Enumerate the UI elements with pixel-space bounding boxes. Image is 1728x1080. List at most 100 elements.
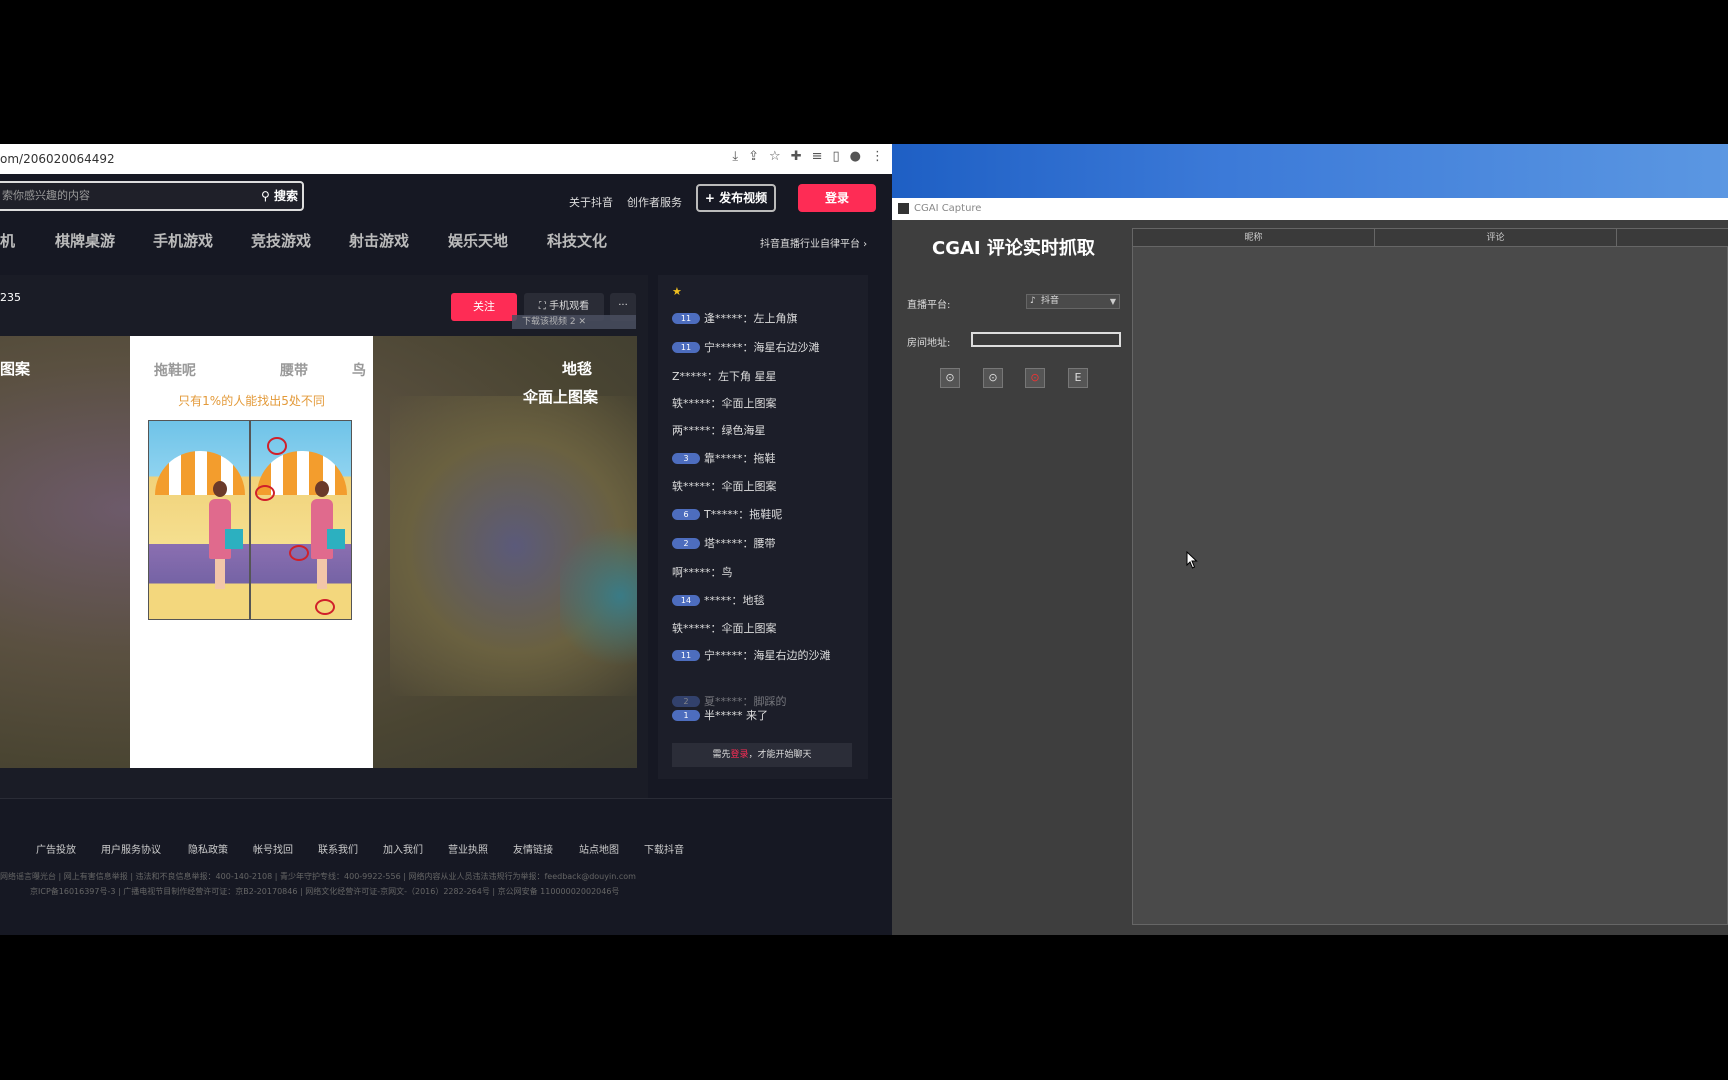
category-bar: 机 棋牌桌游 手机游戏 竞技游戏 射击游戏 娱乐天地 科技文化 抖音直播行业自律… (0, 218, 892, 263)
qr-icon: ⛶ (538, 301, 550, 312)
chat-message: 3 靠*****：拖鞋 (672, 450, 776, 466)
room-label: 房间地址: (907, 338, 951, 349)
chat-message: 两*****：绿色海星 (672, 424, 766, 437)
video-caption: 地毯 (562, 360, 593, 378)
chat-star: ★ (672, 285, 682, 298)
puzzle-card: 拖鞋呢 腰带 鸟 只有1%的人能找出5处不同 (130, 336, 373, 768)
chat-message: 11 宁*****：海星右边沙滩 (672, 339, 820, 355)
chat-login-link[interactable]: 登录 (730, 750, 748, 760)
search-button[interactable]: ⚲ 搜索 (261, 183, 298, 209)
video-caption: 伞面上图案 (523, 388, 599, 406)
footer-license: 京ICP备16016397号-3 | 广播电视节目制作经营许可证：京B2-201… (30, 887, 620, 896)
stop-button[interactable]: ⊙ (1025, 368, 1045, 388)
export-button[interactable]: E (1068, 368, 1088, 388)
app-titlebar[interactable]: CGAI Capture (892, 198, 1728, 220)
chat-panel: ★ 11 逢*****：左上角旗 11 宁*****：海星右边沙滩 Z*****：左… (658, 275, 868, 779)
star-icon[interactable]: ☆ (769, 149, 781, 164)
puzzle-image-right (250, 420, 352, 620)
category-tab[interactable]: 棋牌桌游 (55, 230, 115, 251)
search-box[interactable]: 索你感兴趣的内容 ⚲ 搜索 (0, 181, 304, 211)
difference-circle (255, 485, 275, 501)
column-comment[interactable]: 评论 (1375, 229, 1617, 247)
install-icon[interactable]: ⤓ (732, 149, 738, 164)
chat-message: 轶*****：伞面上图案 (672, 622, 777, 635)
app-logo-icon (898, 203, 909, 214)
category-tab[interactable]: 竞技游戏 (251, 230, 311, 251)
puzzle-subtitle: 只有1%的人能找出5处不同 (178, 394, 325, 408)
platform-label: 直播平台: (907, 300, 951, 311)
address-bar[interactable]: om/206020064492 ⤓ ⇪ ☆ ✚ ≡ ▯ ● ⋮ (0, 144, 892, 174)
room-url-input[interactable] (971, 332, 1121, 347)
footer-link[interactable]: 联系我们 (318, 841, 358, 856)
about-link[interactable]: 关于抖音 (569, 194, 613, 210)
platform-select[interactable]: ♪ 抖音 ▼ (1026, 294, 1120, 309)
footer-link[interactable]: 下载抖音 (644, 841, 684, 856)
pause-button[interactable]: ⊙ (983, 368, 1003, 388)
follow-button[interactable]: 关注 (451, 293, 517, 321)
industry-link[interactable]: 抖音直播行业自律平台 › (760, 235, 867, 250)
chat-message: Z*****：左下角 星星 (672, 370, 777, 383)
url-text[interactable]: om/206020064492 (0, 152, 115, 166)
share-icon[interactable]: ⇪ (748, 149, 759, 164)
difference-circle (267, 437, 287, 455)
chat-message: 11 逢*****：左上角旗 (672, 310, 798, 326)
difference-circle (315, 599, 335, 615)
card-heading: 腰带 (280, 363, 308, 379)
browser-window: om/206020064492 ⤓ ⇪ ☆ ✚ ≡ ▯ ● ⋮ 索你感兴趣的内容… (0, 144, 892, 935)
footer-link[interactable]: 加入我们 (383, 841, 423, 856)
download-video-bar[interactable]: 下载该视频 2 ✕ (512, 315, 636, 329)
footer-link[interactable]: 友情链接 (513, 841, 553, 856)
footer-legal: 网络谣言曝光台 | 网上有害信息举报 | 违法和不良信息举报：400-140-2… (0, 872, 636, 881)
cursor-arrow-icon (1186, 550, 1198, 569)
card-heading: 拖鞋呢 (154, 363, 196, 379)
chat-message: 14 *****：地毯 (672, 592, 765, 608)
category-tab[interactable]: 机 (0, 230, 15, 251)
extensions-icon[interactable]: ✚ (791, 149, 802, 164)
chat-message: 11 宁*****：海星右边的沙滩 (672, 647, 831, 663)
puzzle-image-left (148, 420, 250, 620)
menu-icon[interactable]: ⋮ (871, 149, 884, 164)
category-tab[interactable]: 科技文化 (547, 230, 607, 251)
footer-link[interactable]: 隐私政策 (188, 841, 228, 856)
top-navigation: 索你感兴趣的内容 ⚲ 搜索 关于抖音 创作者服务 + 发布视频 登录 (0, 174, 892, 218)
viewer-count: 235 (0, 291, 21, 304)
creator-link[interactable]: 创作者服务 (627, 194, 682, 210)
chevron-down-icon: ▼ (1109, 297, 1116, 306)
chat-message: 轶*****：伞面上图案 (672, 480, 777, 493)
column-extra[interactable] (1617, 229, 1728, 247)
bag (327, 529, 345, 549)
capture-app-window: CGAI Capture CGAI 评论实时抓取 直播平台: ♪ 抖音 ▼ 房间… (892, 198, 1728, 935)
desktop: CGAI Capture CGAI 评论实时抓取 直播平台: ♪ 抖音 ▼ 房间… (892, 144, 1728, 935)
chat-login-prompt[interactable]: 需先登录，才能开始聊天 (672, 743, 852, 767)
footer-link[interactable]: 广告投放 (36, 841, 76, 856)
start-button[interactable]: ⊙ (940, 368, 960, 388)
bag (225, 529, 243, 549)
column-nickname[interactable]: 昵称 (1133, 229, 1375, 247)
footer-link[interactable]: 帐号找回 (253, 841, 293, 856)
app-title: CGAI 评论实时抓取 (932, 238, 1095, 259)
publish-video-button[interactable]: + 发布视频 (696, 184, 776, 212)
avatar-icon[interactable]: ● (850, 149, 861, 164)
footer-link[interactable]: 站点地图 (579, 841, 619, 856)
card-heading: 鸟 (352, 363, 366, 379)
footer-link[interactable]: 用户服务协议 (101, 841, 161, 856)
browser-toolbar: ⤓ ⇪ ☆ ✚ ≡ ▯ ● ⋮ (732, 149, 884, 164)
search-icon: ⚲ (261, 189, 274, 203)
video-blur (560, 516, 637, 676)
video-player[interactable]: 图案 地毯 伞面上图案 拖鞋呢 腰带 鸟 只有1%的人能找出5处不同 (0, 336, 637, 768)
chat-message: 啊*****：鸟 (672, 566, 733, 579)
login-button[interactable]: 登录 (798, 184, 876, 212)
chat-message: 轶*****：伞面上图案 (672, 397, 777, 410)
window-title: CGAI Capture (914, 203, 982, 214)
search-input[interactable]: 索你感兴趣的内容 (2, 189, 90, 202)
footer-link[interactable]: 营业执照 (448, 841, 488, 856)
category-tab[interactable]: 手机游戏 (153, 230, 213, 251)
comments-table[interactable]: 昵称 评论 (1132, 228, 1728, 925)
sidebar-icon[interactable]: ▯ (833, 149, 840, 164)
desktop-wallpaper (892, 144, 1728, 198)
reading-list-icon[interactable]: ≡ (812, 149, 823, 164)
category-tab[interactable]: 射击游戏 (349, 230, 409, 251)
site-footer: 广告投放 用户服务协议 隐私政策 帐号找回 联系我们 加入我们 营业执照 友情链… (0, 798, 892, 935)
chat-message: 1 半***** 来了 (672, 707, 768, 723)
category-tab[interactable]: 娱乐天地 (448, 230, 508, 251)
